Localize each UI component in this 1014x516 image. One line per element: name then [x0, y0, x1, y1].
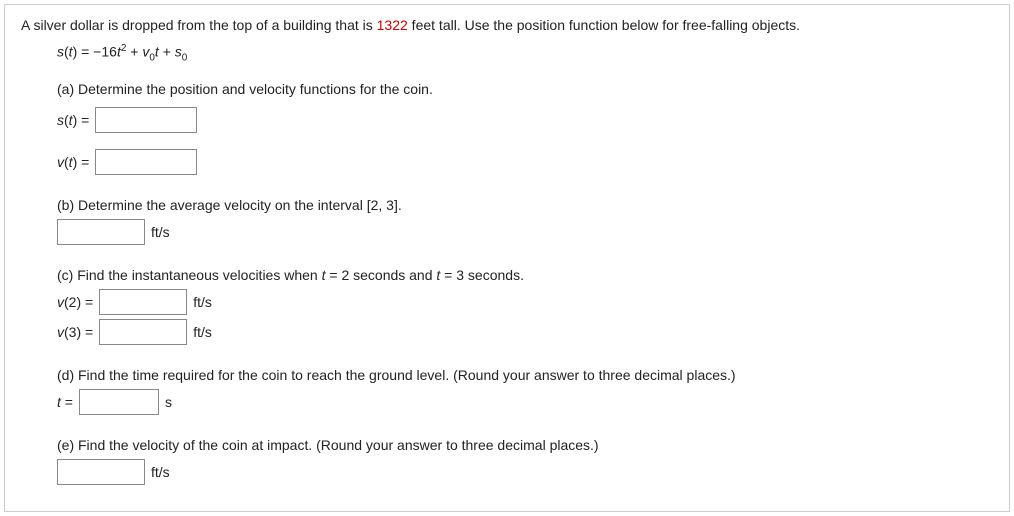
problem-intro: A silver dollar is dropped from the top …: [21, 17, 993, 33]
part-a-v-row: v(t) =: [57, 149, 993, 175]
v-of-t-input[interactable]: [95, 149, 197, 175]
part-c-label: (c) Find the instantaneous velocities wh…: [57, 267, 993, 283]
part-e-label: (e) Find the velocity of the coin at imp…: [57, 437, 993, 453]
s-of-t-label: s(t) =: [57, 112, 89, 128]
position-equation: s(t) = −16t2 + v0t + s0: [57, 43, 993, 63]
v3-unit: ft/s: [193, 324, 212, 340]
part-e-unit: ft/s: [151, 464, 170, 480]
avg-velocity-input[interactable]: [57, 219, 145, 245]
v2-input[interactable]: [99, 289, 187, 315]
v3-input[interactable]: [99, 319, 187, 345]
part-c-v2-row: v(2) = ft/s: [57, 289, 993, 315]
part-a-label: (a) Determine the position and velocity …: [57, 81, 993, 97]
part-d-row: t = s: [57, 389, 993, 415]
part-b-label: (b) Determine the average velocity on th…: [57, 197, 993, 213]
s-of-t-input[interactable]: [95, 107, 197, 133]
problem-container: A silver dollar is dropped from the top …: [4, 4, 1010, 512]
part-d-unit: s: [165, 394, 172, 410]
height-value: 1322: [377, 17, 408, 33]
t-label: t =: [57, 394, 73, 410]
v3-label: v(3) =: [57, 324, 93, 340]
v-of-t-label: v(t) =: [57, 154, 89, 170]
part-e-row: ft/s: [57, 459, 993, 485]
v2-unit: ft/s: [193, 294, 212, 310]
part-b-row: ft/s: [57, 219, 993, 245]
part-b-unit: ft/s: [151, 224, 170, 240]
time-input[interactable]: [79, 389, 159, 415]
part-a-s-row: s(t) =: [57, 107, 993, 133]
intro-text-prefix: A silver dollar is dropped from the top …: [21, 17, 377, 33]
part-d-label: (d) Find the time required for the coin …: [57, 367, 993, 383]
part-c-v3-row: v(3) = ft/s: [57, 319, 993, 345]
impact-velocity-input[interactable]: [57, 459, 145, 485]
intro-text-suffix: feet tall. Use the position function bel…: [408, 17, 800, 33]
v2-label: v(2) =: [57, 294, 93, 310]
